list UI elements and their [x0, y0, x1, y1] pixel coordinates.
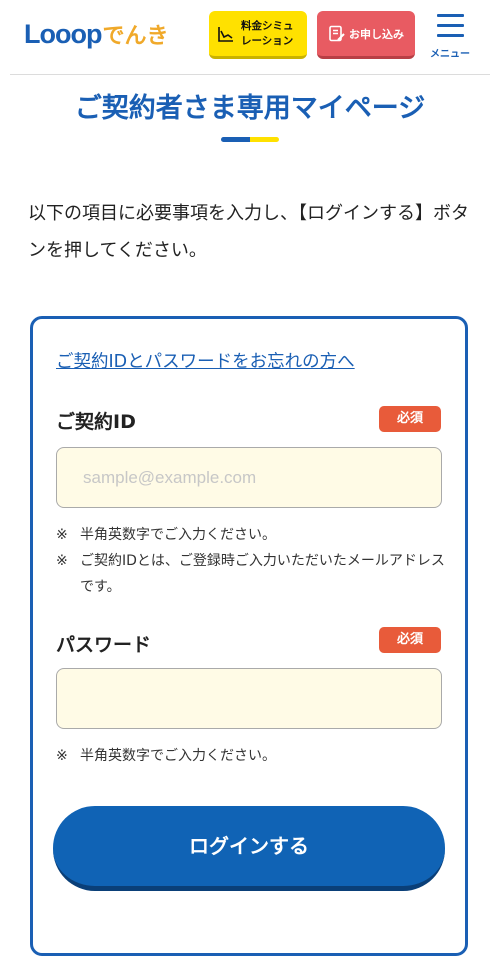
password-note: ※ 半角英数字でご入力ください。 [56, 743, 446, 769]
header-divider [10, 74, 490, 75]
note-mark: ※ [56, 527, 68, 543]
note-text: 半角英数字でご入力ください。 [80, 527, 276, 543]
forgot-credentials-link[interactable]: ご契約IDとパスワードをお忘れの方へ [56, 348, 355, 373]
note-mark: ※ [56, 553, 68, 569]
form-pen-icon [329, 25, 345, 41]
contract-id-input[interactable] [56, 447, 442, 508]
menu-button-label: メニュー [430, 49, 470, 60]
simulation-button[interactable]: 料金シミュ レーション [209, 11, 307, 59]
simulation-button-label: 料金シミュ レーション [241, 19, 294, 47]
chart-line-icon [218, 26, 233, 42]
intro-text: 以下の項目に必要事項を入力し、【ログインする】ボタンを押してください。 [28, 203, 469, 261]
site-header: Looop でんき 料金シミュ レーション お申し込み メニュー [0, 0, 500, 74]
title-underline [221, 137, 279, 142]
looop-denki-logo[interactable]: Looop でんき [24, 18, 168, 52]
note-text: ご契約IDとは、ご登録時ご入力いただいたメールアドレスです。 [80, 553, 445, 595]
contract-id-required-badge: 必須 [379, 406, 441, 432]
password-label: パスワード [56, 634, 152, 656]
contract-id-note-1: ※ 半角英数字でご入力ください。 [56, 522, 446, 548]
menu-button[interactable]: メニュー [428, 14, 472, 60]
note-text: 半角英数字でご入力ください。 [80, 748, 276, 764]
apply-button[interactable]: お申し込み [317, 11, 415, 59]
contract-id-label: ご契約ID [56, 411, 136, 433]
login-button[interactable]: ログインする [53, 806, 445, 891]
page-title: ご契約者さま専用マイページ [74, 93, 426, 124]
password-input[interactable] [56, 668, 442, 729]
logo-text-en: Looop [24, 19, 102, 49]
contract-id-note-2: ※ ご契約IDとは、ご登録時ご入力いただいたメールアドレスです。 [56, 548, 446, 600]
logo-text-jp: でんき [102, 24, 169, 49]
apply-button-label: お申し込み [349, 27, 404, 41]
note-mark: ※ [56, 748, 68, 764]
password-required-badge: 必須 [379, 627, 441, 653]
hamburger-icon [437, 14, 464, 44]
